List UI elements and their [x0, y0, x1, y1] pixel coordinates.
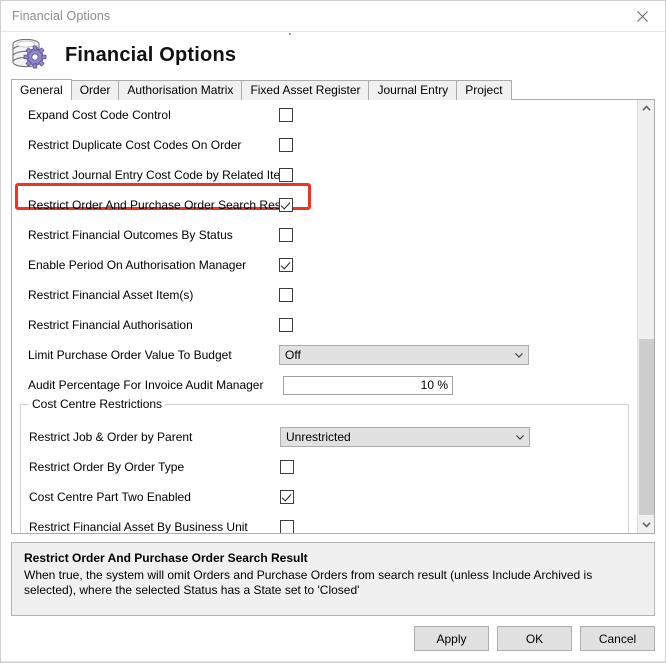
option-control [279, 258, 293, 272]
database-settings-icon [9, 35, 53, 77]
description-title: Restrict Order And Purchase Order Search… [24, 551, 308, 565]
checkbox-restrict-order-by-order-type[interactable] [280, 460, 294, 474]
option-row-restrict-order-by-order-type[interactable]: Restrict Order By Order Type [21, 452, 628, 482]
combobox-value: Unrestricted [286, 430, 351, 444]
option-label: Restrict Order By Order Type [29, 460, 185, 474]
option-label: Restrict Financial Asset Item(s) [28, 288, 194, 302]
checkbox-restrict-duplicate-cost-codes-on-order[interactable] [279, 138, 293, 152]
chevron-down-icon [641, 522, 651, 528]
option-row-restrict-financial-asset-items[interactable]: Restrict Financial Asset Item(s) [12, 280, 637, 310]
option-control [279, 288, 293, 302]
option-control [279, 168, 293, 182]
window-title: Financial Options [12, 9, 111, 23]
option-row-cost-centre-part-two-enabled[interactable]: Cost Centre Part Two Enabled [21, 482, 628, 512]
combobox-limit-purchase-order-value-to-budget[interactable]: Off [279, 345, 529, 365]
checkbox-restrict-financial-asset-items[interactable] [279, 288, 293, 302]
option-label: Restrict Duplicate Cost Codes On Order [28, 138, 242, 152]
option-row-restrict-financial-authorisation[interactable]: Restrict Financial Authorisation [12, 310, 637, 340]
scroll-up-button[interactable] [638, 100, 654, 117]
footer: Apply OK Cancel [1, 616, 665, 662]
audit-percentage-input[interactable]: 10 % [283, 375, 453, 395]
option-row-limit-purchase-order-value-to-budget[interactable]: Limit Purchase Order Value To Budget Off [12, 340, 637, 370]
chevron-down-icon [515, 353, 523, 358]
option-label: Restrict Financial Outcomes By Status [28, 228, 233, 242]
option-label: Limit Purchase Order Value To Budget [28, 348, 232, 362]
ok-button[interactable]: OK [497, 626, 572, 651]
option-control [279, 318, 293, 332]
option-row-restrict-job-and-order-by-parent[interactable]: Restrict Job & Order by Parent Unrestric… [21, 422, 628, 452]
cancel-button[interactable]: Cancel [580, 626, 655, 651]
checkbox-restrict-journal-entry-cost-code-by-related-item[interactable] [279, 168, 293, 182]
checkbox-restrict-financial-authorisation[interactable] [279, 318, 293, 332]
checkbox-cost-centre-part-two-enabled[interactable] [280, 490, 294, 504]
description-panel: Restrict Order And Purchase Order Search… [11, 542, 655, 616]
option-control: Off [279, 345, 529, 365]
option-row-restrict-order-and-purchase-order-search-result[interactable]: Restrict Order And Purchase Order Search… [12, 190, 637, 220]
close-button[interactable] [620, 1, 665, 31]
option-label: Expand Cost Code Control [28, 108, 171, 122]
scrollbar-track[interactable] [638, 117, 654, 516]
cost-centre-restrictions-group: Cost Centre Restrictions Restrict Job & … [20, 397, 629, 533]
option-control [279, 228, 293, 242]
option-control [280, 520, 294, 533]
tab-project[interactable]: Project [456, 80, 512, 100]
chevron-up-icon [641, 105, 651, 111]
option-control: 10 % [283, 375, 453, 395]
option-row-audit-percentage-for-invoice-audit-manager[interactable]: Audit Percentage For Invoice Audit Manag… [12, 370, 637, 400]
dialog-button-row: Apply OK Cancel [414, 626, 655, 651]
financial-options-window: Financial Options Financial Options Gene… [0, 0, 666, 663]
close-icon [637, 10, 648, 22]
apply-button[interactable]: Apply [414, 626, 489, 651]
tab-fixed-asset-register[interactable]: Fixed Asset Register [241, 80, 370, 100]
option-row-enable-period-on-authorisation-manager[interactable]: Enable Period On Authorisation Manager [12, 250, 637, 280]
checkbox-restrict-financial-outcomes-by-status[interactable] [279, 228, 293, 242]
options-list: Expand Cost Code Control Restrict Duplic… [12, 100, 637, 533]
option-label: Restrict Order And Purchase Order Search… [28, 198, 294, 212]
tab-journal-entry[interactable]: Journal Entry [368, 80, 458, 100]
option-row-restrict-duplicate-cost-codes-on-order[interactable]: Restrict Duplicate Cost Codes On Order [12, 130, 637, 160]
title-bar: Financial Options [1, 1, 665, 32]
option-control: Unrestricted [280, 427, 530, 447]
tab-general[interactable]: General [11, 79, 72, 100]
scrollbar-thumb[interactable] [639, 339, 654, 515]
option-label: Restrict Journal Entry Cost Code by Rela… [28, 168, 291, 182]
scroll-down-button[interactable] [638, 516, 654, 533]
page-title: Financial Options [65, 44, 237, 66]
combobox-value: Off [285, 348, 301, 362]
header-speck [289, 33, 291, 35]
checkbox-enable-period-on-authorisation-manager[interactable] [279, 258, 293, 272]
footer-divider [1, 661, 665, 662]
tab-order[interactable]: Order [70, 80, 120, 100]
option-label: Cost Centre Part Two Enabled [29, 490, 191, 504]
checkbox-restrict-financial-asset-by-business-unit[interactable] [280, 520, 294, 533]
option-row-restrict-financial-outcomes-by-status[interactable]: Restrict Financial Outcomes By Status [12, 220, 637, 250]
option-control [279, 138, 293, 152]
vertical-scrollbar[interactable] [637, 100, 654, 533]
option-label: Restrict Financial Authorisation [28, 318, 193, 332]
tab-authorisation-matrix[interactable]: Authorisation Matrix [118, 80, 243, 100]
option-control [279, 198, 293, 212]
option-label: Enable Period On Authorisation Manager [28, 258, 247, 272]
option-control [280, 460, 294, 474]
tab-strip: General Order Authorisation Matrix Fixed… [1, 79, 665, 100]
combobox-restrict-job-and-order-by-parent[interactable]: Unrestricted [280, 427, 530, 447]
option-control [280, 490, 294, 504]
page-header: Financial Options [1, 32, 665, 79]
option-row-expand-cost-code-control[interactable]: Expand Cost Code Control [12, 100, 637, 130]
checkbox-expand-cost-code-control[interactable] [279, 108, 293, 122]
description-text: When true, the system will omit Orders a… [24, 568, 593, 597]
option-row-restrict-journal-entry-cost-code-by-related-item[interactable]: Restrict Journal Entry Cost Code by Rela… [12, 160, 637, 190]
chevron-down-icon [516, 435, 524, 440]
options-panel: Expand Cost Code Control Restrict Duplic… [11, 100, 655, 534]
option-label: Restrict Financial Asset By Business Uni… [29, 520, 248, 533]
option-label: Restrict Job & Order by Parent [29, 430, 193, 444]
option-control [279, 108, 293, 122]
group-legend: Cost Centre Restrictions [29, 397, 166, 411]
checkbox-restrict-order-and-purchase-order-search-result[interactable] [279, 198, 293, 212]
option-row-restrict-financial-asset-by-business-unit[interactable]: Restrict Financial Asset By Business Uni… [21, 512, 628, 533]
option-label: Audit Percentage For Invoice Audit Manag… [28, 378, 264, 392]
